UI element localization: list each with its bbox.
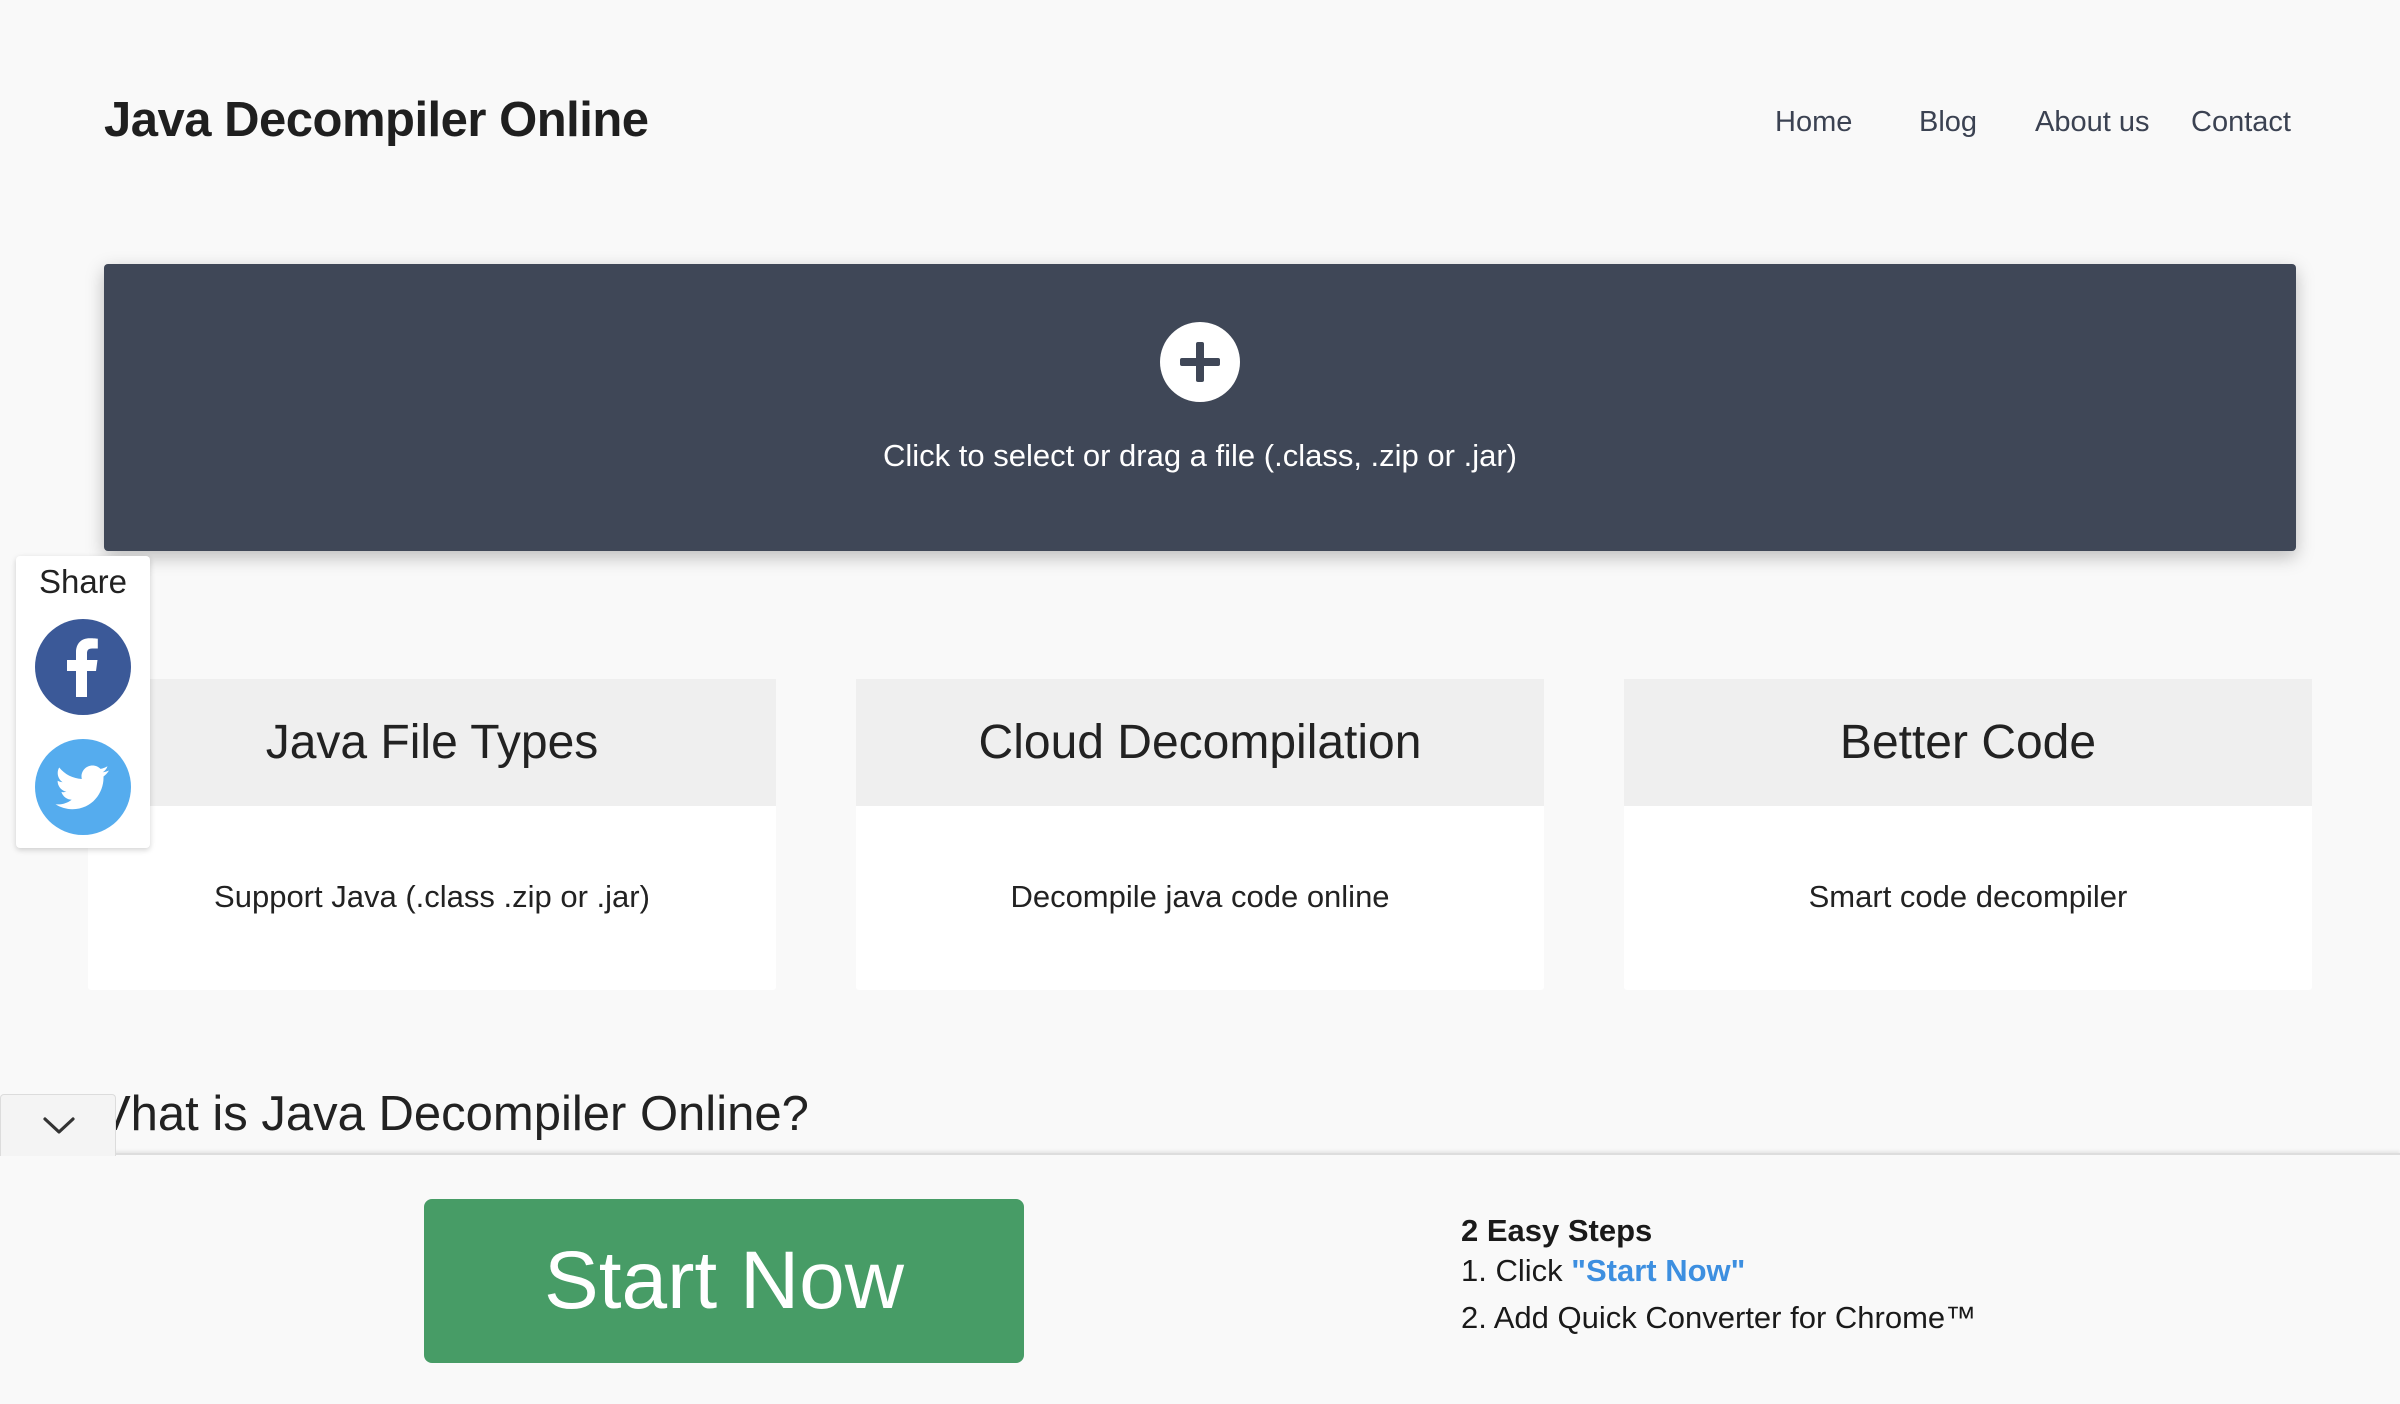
nav-contact-link[interactable]: Contact xyxy=(2191,106,2291,139)
step-1-link[interactable]: "Start Now" xyxy=(1571,1253,1745,1288)
step-1-prefix: 1. Click xyxy=(1461,1253,1572,1288)
facebook-icon xyxy=(67,638,98,697)
twitter-icon xyxy=(55,765,109,810)
feature-card-java-file-types: Java File Types Support Java (.class .zi… xyxy=(88,679,776,990)
feature-card-title: Cloud Decompilation xyxy=(856,679,1544,806)
feature-card-text: Support Java (.class .zip or .jar) xyxy=(214,879,650,914)
steps-box: 2 Easy Steps 1. Click "Start Now" 2. Add… xyxy=(1461,1211,1976,1338)
upload-instructions: Click to select or drag a file (.class, … xyxy=(883,438,1517,473)
section-heading: Vhat is Java Decompiler Online? xyxy=(98,1087,809,1141)
facebook-share-button[interactable] xyxy=(35,619,131,715)
feature-card-better-code: Better Code Smart code decompiler xyxy=(1624,679,2312,990)
feature-card-title: Java File Types xyxy=(88,679,776,806)
feature-card-title: Better Code xyxy=(1624,679,2312,806)
nav-about-link[interactable]: About us xyxy=(2035,106,2149,139)
share-widget: Share xyxy=(16,556,150,848)
main-nav: Home Blog About us Contact xyxy=(0,106,2400,146)
twitter-share-button[interactable] xyxy=(35,739,131,835)
start-now-button[interactable]: Start Now xyxy=(424,1199,1024,1363)
step-2: 2. Add Quick Converter for Chrome™ xyxy=(1461,1300,1977,1335)
nav-blog-link[interactable]: Blog xyxy=(1919,106,1977,139)
plus-circle-icon[interactable] xyxy=(1160,322,1240,402)
collapse-bar-button[interactable] xyxy=(0,1094,116,1156)
bottom-promo-bar: Start Now 2 Easy Steps 1. Click "Start N… xyxy=(0,1153,2400,1404)
feature-card-cloud-decompilation: Cloud Decompilation Decompile java code … xyxy=(856,679,1544,990)
chevron-down-icon xyxy=(43,1117,75,1134)
step-1: 1. Click "Start Now" xyxy=(1461,1251,1976,1291)
share-label: Share xyxy=(38,563,128,600)
feature-card-text: Smart code decompiler xyxy=(1808,879,2128,914)
feature-card-text: Decompile java code online xyxy=(1010,879,1390,914)
file-upload-dropzone[interactable]: Click to select or drag a file (.class, … xyxy=(104,264,2296,551)
steps-title: 2 Easy Steps xyxy=(1461,1213,1653,1248)
nav-home-link[interactable]: Home xyxy=(1775,106,1852,139)
